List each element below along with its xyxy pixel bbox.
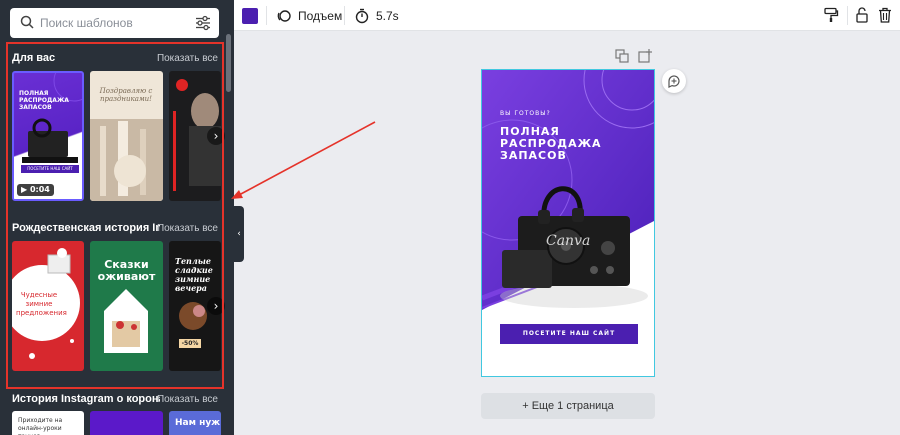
template-thumbnail[interactable]: Нам нуж [169,411,221,435]
thumb-text: Нам нуж [175,418,221,428]
search-input[interactable] [40,13,190,33]
paint-roller-icon[interactable] [823,7,839,23]
highlight-box [6,42,224,389]
annotation-arrow [231,121,376,199]
timer-icon [355,8,369,23]
animation-button[interactable]: Подъем [276,0,342,31]
animation-icon [277,9,291,22]
color-swatch [242,7,258,24]
search-icon [20,15,34,29]
design-cta-button[interactable]: ПОСЕТИТЕ НАШ САЙТ [500,324,638,344]
editor-toolbar: Подъем 5.7s [234,0,900,31]
template-thumbnail[interactable] [90,411,163,435]
duration-label: 5.7s [376,8,399,23]
duration-button[interactable]: 5.7s [354,0,399,31]
trash-icon[interactable] [878,7,892,23]
toolbar-divider [266,6,267,25]
show-all-link[interactable]: Показать все [157,394,218,405]
templates-panel: Для вас Показать все ПОЛНАЯ РАСПРОДАЖА З… [0,0,234,435]
design-page[interactable]: ВЫ ГОТОВЫ? ПОЛНАЯ РАСПРОДАЖА ЗАПАСОВ Can… [481,69,655,377]
section-title: История Instagram о корона... [12,393,160,405]
app: Для вас Показать все ПОЛНАЯ РАСПРОДАЖА З… [0,0,900,435]
design-pre-heading[interactable]: ВЫ ГОТОВЫ? [500,110,551,117]
duplicate-page-icon[interactable] [615,49,629,63]
add-page-icon[interactable] [638,49,652,63]
comment-icon [668,75,680,88]
template-thumbnail[interactable]: Приходите на онлайн-уроки танцев [12,411,84,435]
collapse-panel-button[interactable]: ‹ [234,206,244,262]
canva-watermark: Canva [546,233,591,249]
comment-button[interactable] [662,69,686,93]
filter-icon[interactable] [195,15,211,31]
toolbar-divider [344,6,345,25]
color-picker-button[interactable] [242,0,258,31]
panel-scrollbar[interactable] [226,34,231,92]
design-headline[interactable]: ПОЛНАЯ РАСПРОДАЖА ЗАПАСОВ [500,126,630,162]
add-page-button[interactable]: + Еще 1 страница [481,393,655,419]
thumb-text: Приходите на онлайн-уроки танцев [18,417,63,435]
animation-label: Подъем [298,8,343,23]
unlock-icon[interactable] [855,7,869,23]
toolbar-divider [847,6,848,25]
search-bar[interactable] [10,8,219,38]
